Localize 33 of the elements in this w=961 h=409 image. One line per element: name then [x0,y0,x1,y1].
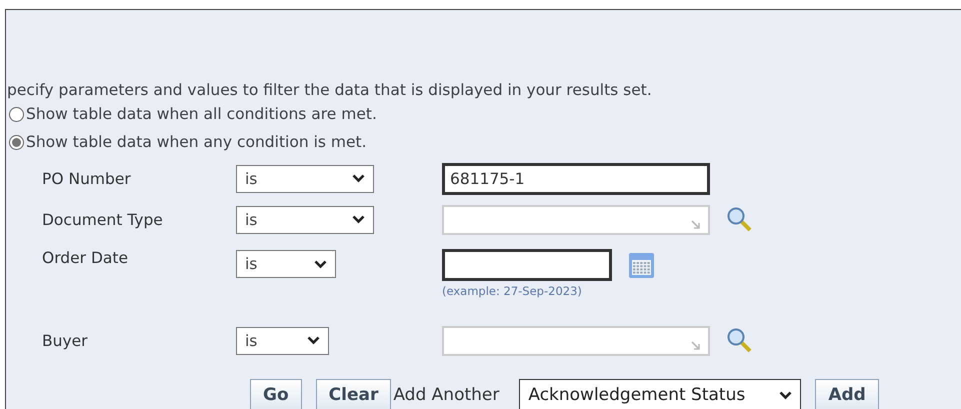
action-button[interactable]: Go [250,379,302,409]
field-dropdown[interactable]: Acknowledgement Status [519,379,802,409]
chevron-down-icon [307,336,320,345]
resize-arrow-icon [691,220,701,230]
resize-arrow-icon [691,340,701,350]
operator-dropdown[interactable]: is [236,326,329,354]
chevron-down-icon [352,215,365,224]
field-label: Order Date [41,249,128,267]
search-icon[interactable] [726,206,754,234]
radio-label: Show table data when any condition is met. [26,133,367,151]
operator-dropdown[interactable]: is [236,206,374,234]
radio-button[interactable] [9,134,24,150]
operator-dropdown[interactable]: is [236,250,336,278]
lookup-field[interactable] [442,204,710,234]
field-label: Buyer [41,332,88,350]
chevron-down-icon [314,260,327,268]
chevron-down-icon [779,390,792,400]
field-label: Document Type [41,210,163,228]
chevron-down-icon [352,174,365,183]
radio-button[interactable] [9,106,24,122]
date-field[interactable] [442,249,612,281]
field-label: PO Number [41,170,131,188]
date-format-hint: (example: 27-Sep-2023) [442,284,583,298]
text-field[interactable]: 681175-1 [442,162,710,194]
action-button[interactable]: Clear [316,379,392,409]
radio-label: Show table data when all conditions are met. [26,105,377,123]
calendar-icon[interactable] [628,252,655,278]
operator-dropdown[interactable]: is [236,164,374,192]
search-icon[interactable] [726,326,754,354]
add-button[interactable]: Add [815,379,879,409]
instructions-text: pecify parameters and values to filter the data that is displayed in your results set. [7,80,653,100]
add-another-label: Add Another [393,385,500,405]
lookup-field[interactable] [442,326,710,356]
